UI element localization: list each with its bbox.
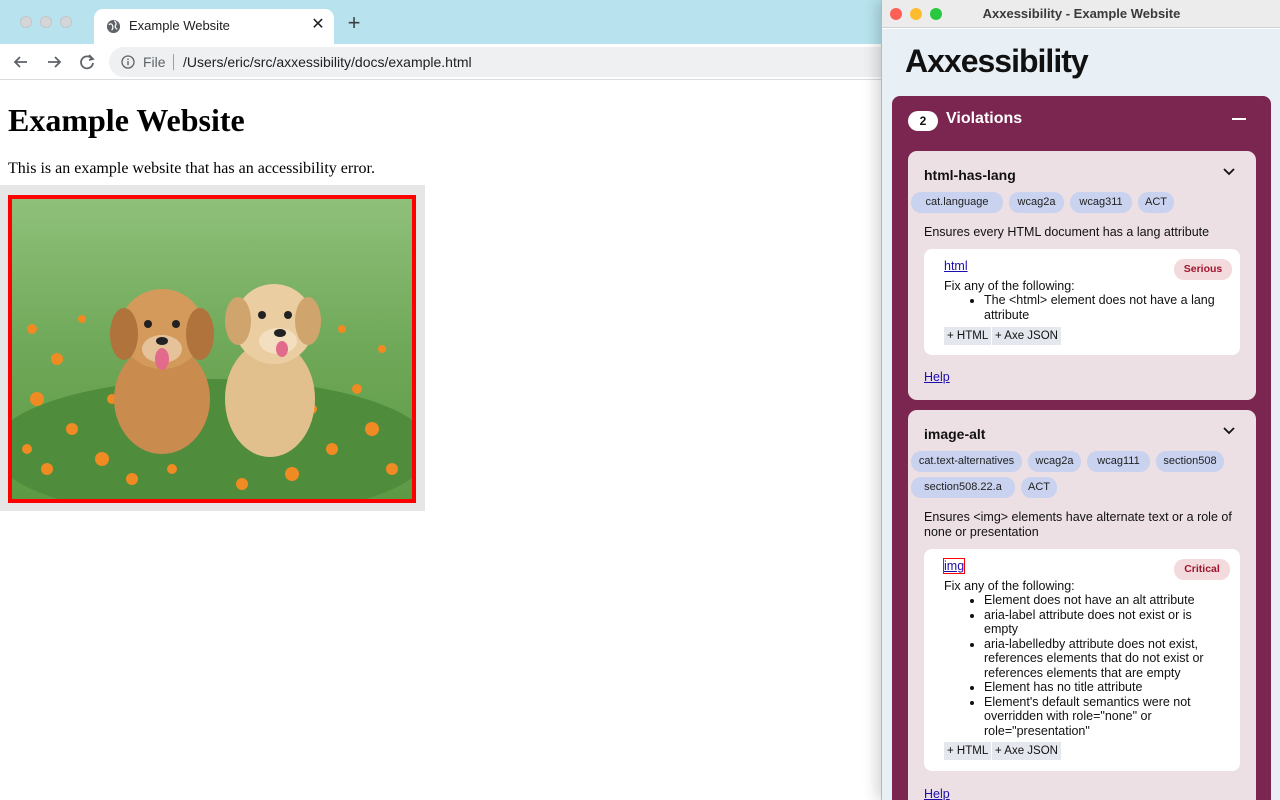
tag: cat.language	[911, 192, 1003, 213]
close-window-button[interactable]	[20, 16, 32, 28]
affected-node: html Serious Fix any of the following: T…	[924, 249, 1240, 355]
window-title: Axxessibility - Example Website	[982, 6, 1181, 21]
show-axe-json-button[interactable]: + Axe JSON	[992, 742, 1061, 760]
fix-heading: Fix any of the following:	[944, 279, 1075, 293]
minimize-window-button[interactable]	[40, 16, 52, 28]
violation-card-image-alt: image-alt cat.text-alternatives wcag2a w…	[908, 410, 1256, 800]
reload-icon[interactable]	[76, 51, 98, 73]
info-icon[interactable]	[121, 55, 135, 69]
fix-item: Element has no title attribute	[984, 680, 1226, 695]
fix-list: Element does not have an alt attribute a…	[964, 593, 1226, 738]
tab-title: Example Website	[129, 18, 230, 33]
violations-count-badge: 2	[908, 111, 938, 131]
back-arrow-icon[interactable]	[10, 51, 32, 73]
help-link[interactable]: Help	[924, 370, 950, 384]
new-tab-button[interactable]: +	[343, 12, 365, 34]
show-html-button[interactable]: + HTML	[944, 742, 992, 760]
axxessibility-titlebar: Axxessibility - Example Website	[882, 0, 1280, 28]
results-area: 2 Violations html-has-lang cat.language …	[882, 95, 1280, 800]
violation-description: Ensures <img> elements have alternate te…	[924, 510, 1232, 539]
close-tab-icon[interactable]: ✕	[308, 15, 328, 35]
puppies-image	[8, 195, 416, 503]
web-page: Example Website This is an example websi…	[0, 81, 880, 800]
tag: section508	[1156, 451, 1224, 472]
address-url[interactable]: /Users/eric/src/axxessibility/docs/examp…	[183, 54, 472, 70]
show-html-button[interactable]: + HTML	[944, 327, 992, 345]
violation-card-html-has-lang: html-has-lang cat.language wcag2a wcag31…	[908, 151, 1256, 400]
collapse-icon[interactable]	[1232, 118, 1246, 120]
app-logo: Axxessibility	[905, 43, 1089, 79]
tag: cat.text-alternatives	[911, 451, 1022, 472]
tag: ACT	[1021, 477, 1057, 498]
impact-badge: Critical	[1174, 559, 1230, 580]
impact-badge: Serious	[1174, 259, 1232, 280]
address-scheme: File	[143, 54, 166, 70]
page-paragraph: This is an example website that has an a…	[8, 160, 375, 177]
node-selector-link[interactable]: html	[944, 259, 968, 273]
violation-id: html-has-lang	[924, 167, 1016, 183]
zoom-window-button[interactable]	[60, 16, 72, 28]
chevron-down-icon[interactable]	[1222, 424, 1236, 438]
tag: ACT	[1138, 192, 1174, 213]
address-bar[interactable]: File /Users/eric/src/axxessibility/docs/…	[109, 47, 909, 77]
node-selector-link[interactable]: img	[942, 558, 966, 574]
app-header: Axxessibility	[882, 29, 1280, 95]
globe-icon	[106, 19, 121, 34]
violation-description: Ensures every HTML document has a lang a…	[924, 225, 1210, 239]
fix-list: The <html> element does not have a lang …	[964, 293, 1226, 322]
violations-heading: Violations	[946, 110, 1023, 127]
chevron-down-icon[interactable]	[1222, 165, 1236, 179]
address-separator	[173, 54, 174, 70]
page-heading: Example Website	[8, 102, 245, 138]
tag: wcag111	[1087, 451, 1150, 472]
axxessibility-window: Axxessibility - Example Website Axxessib…	[881, 0, 1280, 800]
show-axe-json-button[interactable]: + Axe JSON	[992, 327, 1061, 345]
violations-panel: 2 Violations html-has-lang cat.language …	[892, 96, 1271, 800]
affected-node: img Critical Fix any of the following: E…	[924, 549, 1240, 771]
tag: wcag2a	[1009, 192, 1064, 213]
help-link[interactable]: Help	[924, 787, 950, 800]
highlighted-image-container	[0, 185, 425, 511]
violation-id: image-alt	[924, 426, 986, 442]
tag: section508.22.a	[911, 477, 1015, 498]
fix-item: Element's default semantics were not ove…	[984, 695, 1226, 739]
forward-arrow-icon[interactable]	[43, 51, 65, 73]
tag: wcag311	[1070, 192, 1132, 213]
fix-item: Element does not have an alt attribute	[984, 593, 1226, 608]
fix-item: aria-labelledby attribute does not exist…	[984, 637, 1226, 681]
fix-item: aria-label attribute does not exist or i…	[984, 608, 1226, 637]
tab-example-website[interactable]: Example Website ✕	[94, 9, 334, 44]
tag: wcag2a	[1028, 451, 1081, 472]
fix-item: The <html> element does not have a lang …	[984, 293, 1226, 322]
fix-heading: Fix any of the following:	[944, 579, 1075, 593]
